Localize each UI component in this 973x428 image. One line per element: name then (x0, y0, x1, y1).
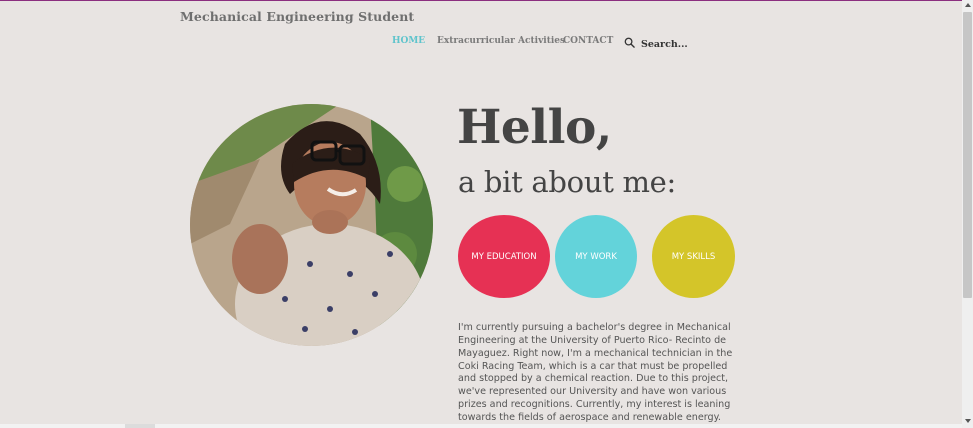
scroll-down-arrow-icon[interactable] (965, 419, 971, 423)
hero-greeting: Hello, (457, 100, 612, 155)
hero-subtitle: a bit about me: (458, 165, 677, 199)
horizontal-scrollbar-thumb[interactable] (125, 424, 155, 428)
my-skills-button[interactable]: MY SKILLS (652, 215, 735, 298)
my-skills-label: MY SKILLS (671, 251, 716, 262)
my-education-label: MY EDUCATION (471, 251, 537, 262)
nav-item-extracurricular-activities[interactable]: Extracurricular Activities (437, 36, 565, 46)
search-box[interactable]: Search... (624, 35, 688, 53)
site-title[interactable]: Mechanical Engineering Student (180, 9, 414, 24)
profile-photo (190, 104, 433, 346)
nav-item-contact[interactable]: CONTACT (563, 36, 613, 46)
top-accent-line (0, 0, 962, 1)
search-icon[interactable] (624, 35, 635, 53)
nav-item-home[interactable]: HOME (392, 36, 425, 46)
my-work-label: MY WORK (575, 251, 617, 262)
vertical-scrollbar-thumb[interactable] (963, 12, 972, 298)
scroll-up-arrow-icon[interactable] (965, 3, 971, 7)
bio-paragraph: I'm currently pursuing a bachelor's degr… (458, 322, 733, 428)
my-education-button[interactable]: MY EDUCATION (458, 215, 550, 298)
search-input[interactable]: Search... (641, 39, 688, 50)
my-work-button[interactable]: MY WORK (555, 215, 637, 298)
